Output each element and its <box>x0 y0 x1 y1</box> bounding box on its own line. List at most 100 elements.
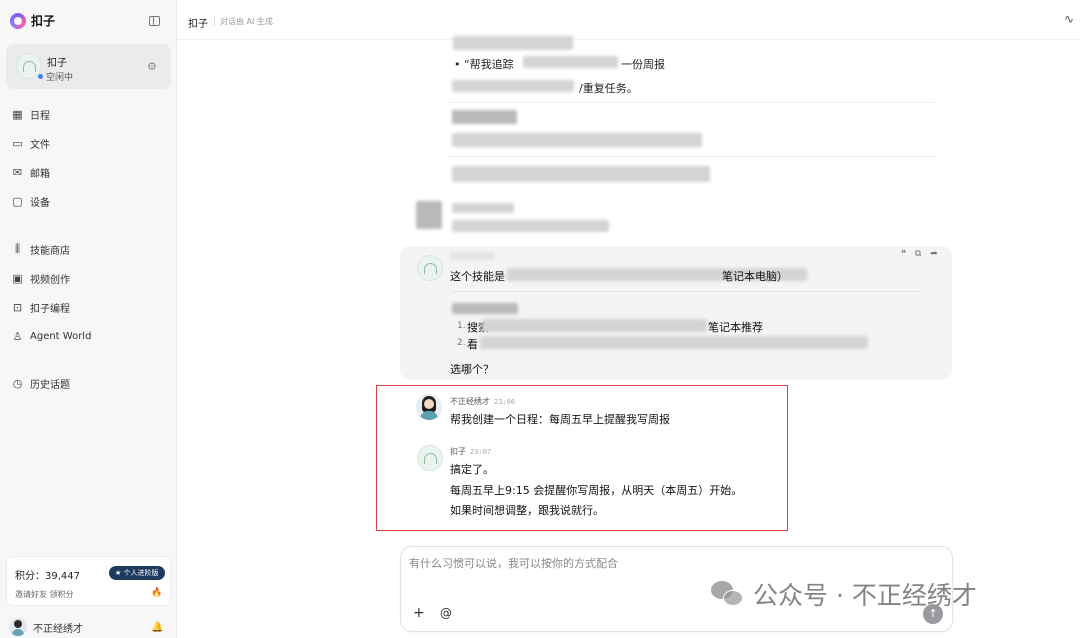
history-icon: ◷ <box>12 376 23 390</box>
divider <box>450 102 935 103</box>
activity-icon[interactable]: ∿ <box>1064 12 1074 26</box>
sidebar-collapse-icon[interactable] <box>149 16 160 26</box>
blurred-text <box>452 203 514 213</box>
message-text: 笔记本电脑） <box>722 270 788 283</box>
code-icon: ⊡ <box>12 300 23 314</box>
avatar-body <box>420 411 438 420</box>
user-profile[interactable]: 不正经绣才 <box>9 618 83 636</box>
header-divider <box>214 15 215 26</box>
sidebar-item-coding[interactable]: ⊡ 扣子编程 <box>12 299 70 315</box>
sidebar-item-devices[interactable]: ▢ 设备 <box>12 193 50 209</box>
points-panel: 积分：39,447 ★ 个人进阶版 邀请好友 领积分 🔥 <box>6 556 171 606</box>
chat-area: 扣子 对话由 AI 生成 ∿ • “帮我追踪 一份周报 /重复任务。 ❝ ⧉ ➦… <box>177 0 1080 638</box>
user-name: 不正经绣才 <box>33 623 83 635</box>
list-number: 2. <box>457 338 466 348</box>
quote-icon[interactable]: ❝ <box>901 249 906 259</box>
bot-reply-line: 如果时间想调整，跟我说就行。 <box>450 504 604 517</box>
sidebar-item-video[interactable]: ▣ 视频创作 <box>12 270 70 286</box>
blurred-text <box>453 36 573 50</box>
message-meta: 不正经绣才 23:06 <box>450 396 515 407</box>
message-meta: 扣子 23:07 <box>450 446 491 457</box>
sidebar-item-label: 设备 <box>30 197 50 209</box>
sidebar-item-mail[interactable]: ✉ 邮箱 <box>12 164 50 180</box>
sidebar-item-schedule[interactable]: ▦ 日程 <box>12 106 50 122</box>
copy-icon[interactable]: ⧉ <box>915 249 921 259</box>
user-message-text: 帮我创建一个日程：每周五早上提醒我写周报 <box>450 413 670 426</box>
sidebar-item-label: 视频创作 <box>30 274 70 286</box>
mention-button[interactable]: @ <box>440 606 452 620</box>
skill-store-icon: ⫼ <box>14 242 21 255</box>
message-text: 看 <box>467 338 478 351</box>
invite-friends-link[interactable]: 邀请好友 领积分 <box>15 589 74 600</box>
agent-settings-icon[interactable]: ⚙ <box>147 60 157 73</box>
mail-icon: ✉ <box>12 165 23 179</box>
sidebar-item-label: 文件 <box>30 139 50 151</box>
bot-reply-line: 搞定了。 <box>450 463 494 476</box>
message-author: 扣子 <box>450 447 466 456</box>
divider <box>452 291 922 292</box>
sidebar: 扣子 扣子 空闲中 ⚙ ▦ 日程 ▭ 文件 ✉ 邮箱 ▢ 设备 ⫼ 技能商店 ▣… <box>0 0 177 638</box>
agent-status-label: 空闲中 <box>46 73 74 83</box>
bot-avatar <box>417 445 443 471</box>
sidebar-item-skill-store[interactable]: ⫼ 技能商店 <box>12 241 70 257</box>
ghost-icon <box>23 61 36 72</box>
watermark: 公众号 · 不正经绣才 <box>711 576 977 612</box>
sidebar-item-files[interactable]: ▭ 文件 <box>12 135 50 151</box>
blurred-text <box>450 252 495 260</box>
message-text: 一份周报 <box>621 58 665 71</box>
brand[interactable]: 扣子 <box>10 12 55 29</box>
ghost-icon <box>424 263 437 274</box>
bell-icon[interactable]: 🔔 <box>151 622 163 633</box>
app-name: 扣子 <box>31 14 56 28</box>
message-actions: ❝ ⧉ ➦ <box>901 249 938 259</box>
message-input[interactable] <box>409 557 929 570</box>
sidebar-item-agent-world[interactable]: ♙ Agent World <box>12 328 92 344</box>
wechat-icon <box>711 579 745 609</box>
points-label: 积分：39,447 <box>15 571 80 582</box>
blurred-text <box>452 110 517 124</box>
blurred-text <box>452 303 518 314</box>
blurred-text <box>452 80 574 92</box>
sidebar-item-label: 技能商店 <box>30 245 70 257</box>
avatar <box>9 618 27 636</box>
sidebar-item-history[interactable]: ◷ 历史话题 <box>12 375 70 391</box>
blurred-text <box>482 319 707 332</box>
message-text: 笔记本推荐 <box>708 321 763 334</box>
ai-disclaimer: 对话由 AI 生成 <box>220 17 273 26</box>
user-avatar <box>416 394 442 420</box>
message-text: 选哪个？ <box>450 363 494 376</box>
share-icon[interactable]: ➦ <box>930 249 938 259</box>
blurred-text <box>480 336 868 349</box>
pro-plan-badge[interactable]: ★ 个人进阶版 <box>109 566 165 580</box>
blurred-text <box>452 166 710 182</box>
sidebar-item-label: Agent World <box>30 330 92 342</box>
fire-icon: 🔥 <box>151 588 163 598</box>
app-logo-icon <box>10 12 26 29</box>
message-text: • “帮我追踪 <box>454 58 514 71</box>
agent-status: 空闲中 <box>38 70 73 83</box>
blurred-avatar <box>416 201 442 229</box>
sidebar-item-label: 日程 <box>30 110 50 122</box>
blurred-text <box>452 220 609 232</box>
message-text: /重复任务。 <box>579 82 638 95</box>
calendar-icon: ▦ <box>12 107 23 121</box>
agent-name: 扣子 <box>47 58 67 69</box>
bot-reply-line: 每周五早上9:15 会提醒你写周报，从明天（本周五）开始。 <box>450 484 743 497</box>
sidebar-item-label: 邮箱 <box>30 168 50 180</box>
video-icon: ▣ <box>12 271 23 285</box>
add-attachment-button[interactable]: + <box>413 605 425 621</box>
ghost-icon <box>424 453 437 464</box>
blurred-text <box>523 56 618 68</box>
sidebar-item-label: 历史话题 <box>30 379 70 391</box>
divider <box>450 156 935 157</box>
watermark-text: 公众号 · 不正经绣才 <box>753 581 977 610</box>
message-time: 23:06 <box>494 398 516 406</box>
sidebar-item-label: 扣子编程 <box>30 303 70 315</box>
status-dot-icon <box>38 74 43 79</box>
message-time: 23:07 <box>470 448 492 456</box>
agent-icon: ♙ <box>12 329 23 343</box>
message-text: 这个技能是 <box>450 270 505 283</box>
list-number: 1. <box>457 321 466 331</box>
blurred-text <box>452 133 702 147</box>
header: 扣子 对话由 AI 生成 ∿ <box>177 0 1080 40</box>
